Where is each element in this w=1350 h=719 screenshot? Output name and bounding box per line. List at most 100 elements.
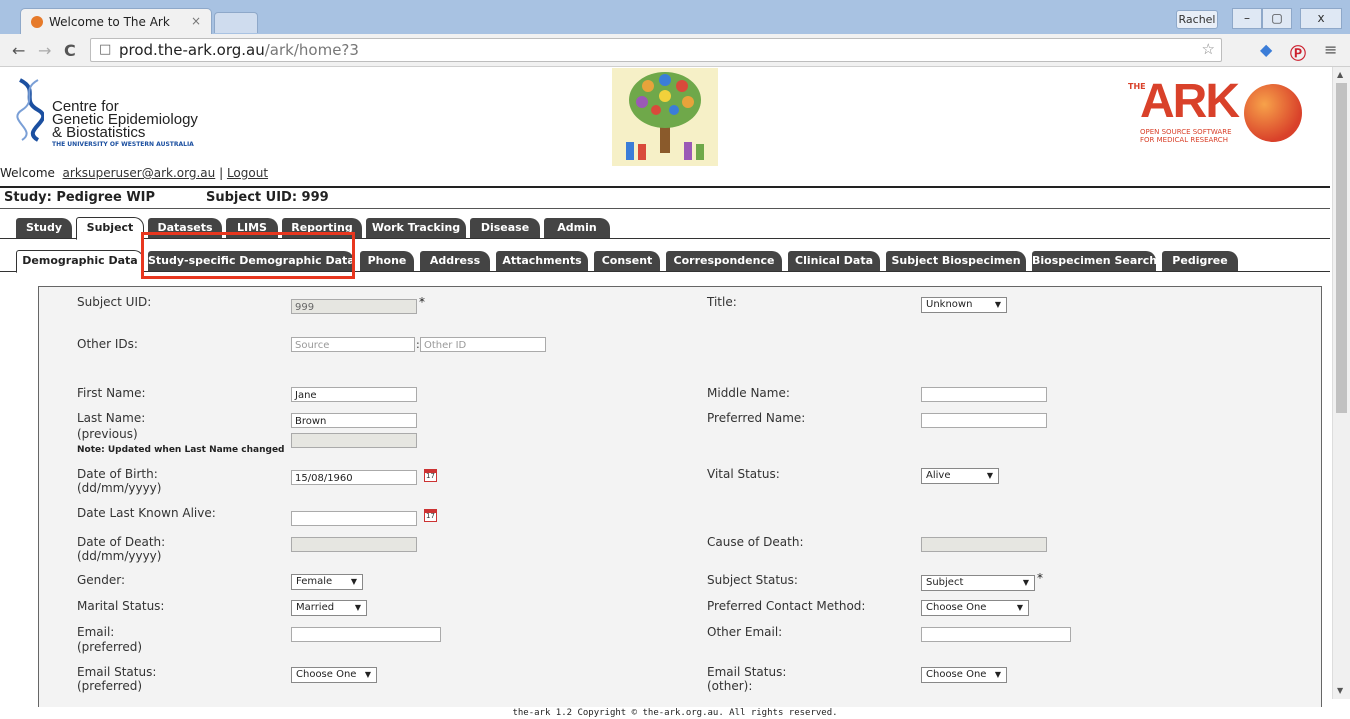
close-window-button[interactable]: x (1300, 8, 1342, 29)
profile-badge[interactable]: Rachel (1176, 10, 1218, 29)
uwa-text: THE UNIVERSITY OF WESTERN AUSTRALIA (52, 141, 194, 148)
new-tab-button[interactable] (214, 12, 258, 33)
tab-admin[interactable]: Admin (544, 218, 610, 238)
highlight-box (141, 232, 355, 279)
other-id-input[interactable]: Other ID (420, 337, 546, 352)
preferred-contact-select[interactable]: Choose One ▼ (921, 600, 1029, 616)
previous-note: Note: Updated when Last Name changed (77, 445, 285, 455)
email-input[interactable] (291, 627, 441, 642)
calendar-icon[interactable]: 17 (424, 509, 437, 522)
dod-format: (dd/mm/yyyy) (77, 549, 162, 563)
cause-of-death-field (921, 537, 1047, 552)
middle-name-input[interactable] (921, 387, 1047, 402)
dna-helix-icon (16, 78, 44, 142)
subject-status-label: Subject Status: (707, 573, 798, 587)
dob-format: (dd/mm/yyyy) (77, 481, 162, 495)
chrome-menu-icon[interactable]: ≡ (1324, 40, 1337, 59)
last-name-input[interactable]: Brown (291, 413, 417, 428)
previous-label: (previous) (77, 427, 138, 441)
subject-uid: Subject UID: 999 (206, 190, 329, 205)
other-email-input[interactable] (921, 627, 1071, 642)
url-text: prod.the-ark.org.au/ark/home?3 (119, 41, 359, 59)
reload-icon[interactable]: C (64, 41, 76, 60)
tab-attachments[interactable]: Attachments (496, 251, 588, 271)
page-icon: □ (99, 42, 112, 57)
cause-of-death-label: Cause of Death: (707, 535, 804, 549)
tab-disease[interactable]: Disease (470, 218, 540, 238)
tab-phone[interactable]: Phone (360, 251, 414, 271)
ark-logo: THE ARK OPEN SOURCE SOFTWARE FOR MEDICAL… (1110, 75, 1310, 150)
forward-icon[interactable]: → (38, 41, 51, 60)
tab-clinical-data[interactable]: Clinical Data (788, 251, 880, 271)
dod-field (291, 537, 417, 552)
tab-subject[interactable]: Subject (76, 217, 144, 240)
email-status-preferred-label: (preferred) (77, 679, 143, 693)
other-email-status-label: Email Status: (707, 665, 787, 679)
minimize-button[interactable]: – (1232, 8, 1262, 29)
subject-status-select[interactable]: Subject ▼ (921, 575, 1035, 591)
marital-status-select[interactable]: Married ▼ (291, 600, 367, 616)
dob-input[interactable]: 15/08/1960 (291, 470, 417, 485)
gender-label: Gender: (77, 573, 126, 587)
tab-study[interactable]: Study (16, 218, 72, 238)
subject-uid-label: Subject UID: (77, 295, 152, 309)
tab-consent[interactable]: Consent (594, 251, 660, 271)
logout-link[interactable]: Logout (227, 166, 268, 180)
title-select[interactable]: Unknown ▼ (921, 297, 1007, 313)
study-name: Study: Pedigree WIP (4, 190, 156, 205)
email-status-label: Email Status: (77, 665, 157, 679)
browser-tab[interactable]: Welcome to The Ark × (20, 8, 212, 35)
subject-uid-field: 999 (291, 299, 417, 314)
tab-work-tracking[interactable]: Work Tracking (366, 218, 466, 238)
preferred-contact-label: Preferred Contact Method: (707, 599, 866, 613)
first-name-input[interactable]: Jane (291, 387, 417, 402)
required-marker: * (1037, 571, 1043, 585)
extension-icon[interactable]: ◆ (1260, 40, 1272, 59)
welcome-line: Welcome arksuperuser@ark.org.au | Logout (0, 166, 269, 180)
back-icon[interactable]: ← (12, 41, 25, 60)
footer-copyright: the-ark 1.2 Copyright © the-ark.org.au. … (512, 708, 838, 718)
other-email-status-other-label: (other): (707, 679, 753, 693)
preferred-name-input[interactable] (921, 413, 1047, 428)
study-context-bar: Study: Pedigree WIP Subject UID: 999 (0, 186, 1330, 209)
preferred-name-label: Preferred Name: (707, 411, 806, 425)
tab-demographic-data[interactable]: Demographic Data (16, 250, 144, 273)
vital-status-label: Vital Status: (707, 467, 780, 481)
scrollbar-thumb[interactable] (1336, 83, 1347, 413)
tab-correspondence[interactable]: Correspondence (666, 251, 782, 271)
email-preferred-label: (preferred) (77, 640, 143, 654)
family-tree-image (612, 68, 718, 166)
source-input[interactable]: Source (291, 337, 415, 352)
favicon-icon (31, 16, 43, 28)
close-tab-icon[interactable]: × (191, 14, 201, 28)
tab-pedigree[interactable]: Pedigree (1162, 251, 1238, 271)
marital-status-label: Marital Status: (77, 599, 165, 613)
address-bar[interactable]: □ prod.the-ark.org.au/ark/home?3 ☆ (90, 38, 1222, 62)
email-status-select[interactable]: Choose One ▼ (291, 667, 377, 683)
scroll-down-icon[interactable]: ▼ (1337, 686, 1343, 695)
scroll-up-icon[interactable]: ▲ (1337, 70, 1343, 79)
bookmark-star-icon[interactable]: ☆ (1202, 40, 1215, 58)
page-scrollbar[interactable]: ▲ ▼ (1332, 67, 1350, 699)
browser-tab-title: Welcome to The Ark (49, 15, 170, 29)
cgeb-logo-text: Centre for Genetic Epidemiology & Biosta… (52, 98, 198, 141)
ark-globe-icon (1244, 84, 1302, 142)
vital-status-select[interactable]: Alive ▼ (921, 468, 999, 484)
calendar-icon[interactable]: 17 (424, 469, 437, 482)
date-last-alive-input[interactable] (291, 511, 417, 526)
first-name-label: First Name: (77, 386, 146, 400)
maximize-button[interactable]: ▢ (1262, 8, 1292, 29)
gender-select[interactable]: Female ▼ (291, 574, 363, 590)
browser-toolbar: ← → C □ prod.the-ark.org.au/ark/home?3 ☆… (0, 34, 1350, 67)
tab-address[interactable]: Address (420, 251, 490, 271)
tab-subject-biospecimen[interactable]: Subject Biospecimen (886, 251, 1026, 271)
pinterest-icon[interactable]: Ⓟ (1290, 40, 1306, 64)
required-marker: * (419, 295, 425, 309)
tab-biospecimen-search[interactable]: Biospecimen Search (1032, 251, 1157, 271)
dob-label: Date of Birth: (77, 467, 158, 481)
previous-last-name-field (291, 433, 417, 448)
other-email-status-select[interactable]: Choose One ▼ (921, 667, 1007, 683)
middle-name-label: Middle Name: (707, 386, 790, 400)
title-label: Title: (707, 295, 737, 309)
user-link[interactable]: arksuperuser@ark.org.au (63, 166, 216, 180)
